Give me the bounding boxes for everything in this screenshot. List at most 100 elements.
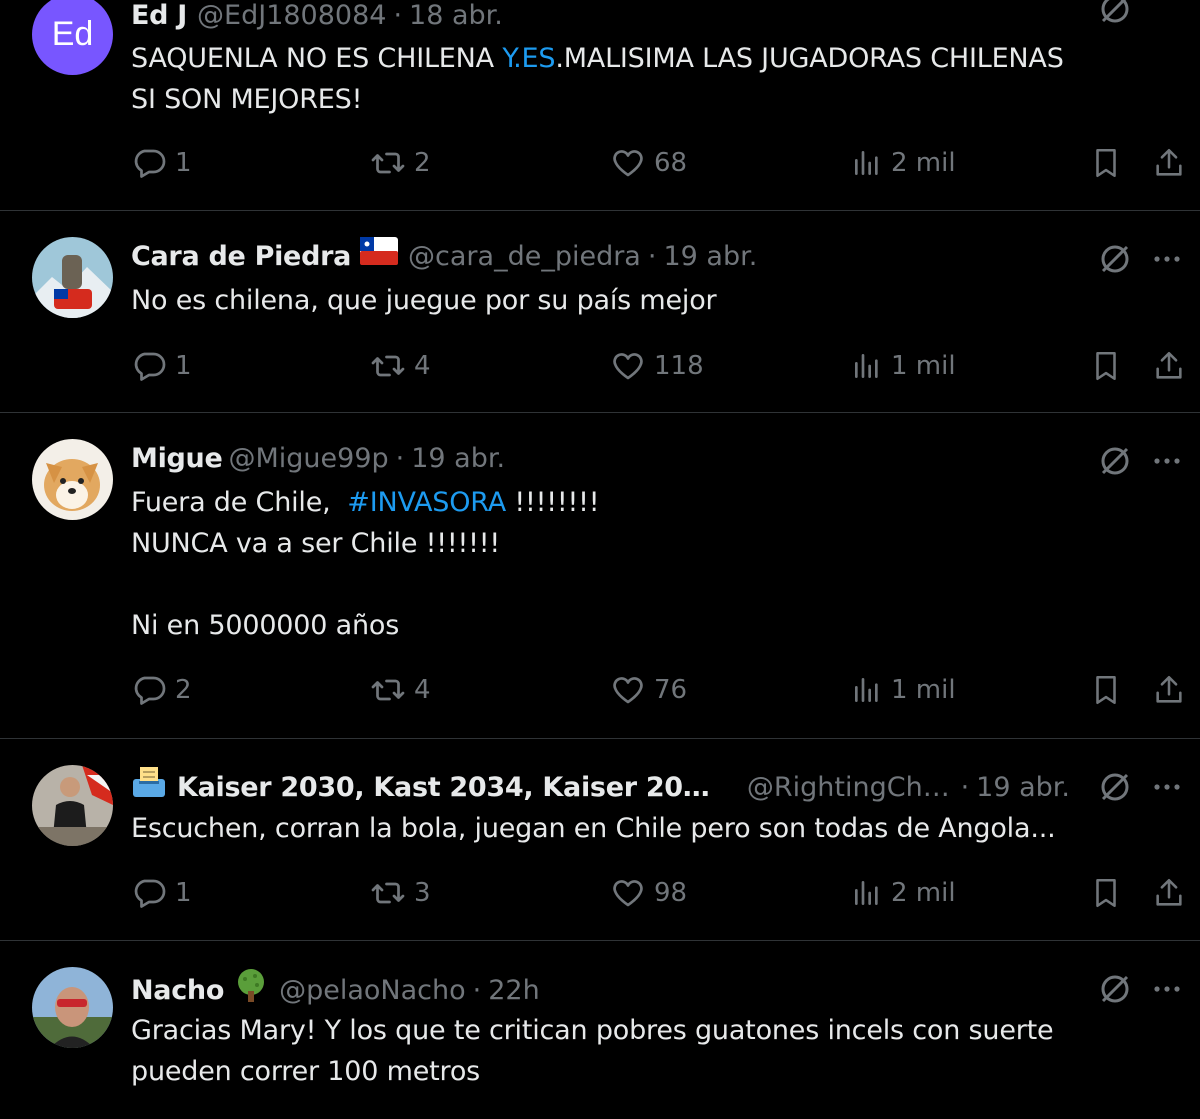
avatar-image <box>32 967 113 1048</box>
more-options-icon[interactable] <box>1150 972 1184 1006</box>
avatar-initials: Ed <box>51 15 94 53</box>
reply-count: 1 <box>175 148 192 178</box>
avatar-image <box>32 237 113 318</box>
tweet-text: Gracias Mary! Y los que te critican pobr… <box>131 1010 1160 1092</box>
user-handle[interactable]: @EdJ1808084 <box>197 0 386 36</box>
reply-button[interactable]: 1 <box>131 348 192 384</box>
reply-button[interactable]: 2 <box>131 672 192 708</box>
bookmark-button[interactable] <box>1089 348 1123 384</box>
tweet[interactable]: Kaiser 2030, Kast 2034, Kaiser 203... @R… <box>0 739 1200 941</box>
display-name[interactable]: Ed J <box>131 0 187 36</box>
avatar[interactable] <box>32 439 113 520</box>
like-count: 118 <box>654 351 704 381</box>
timestamp[interactable]: 19 abr. <box>976 768 1070 808</box>
tweet[interactable]: Cara de Piedra @cara_de_piedra · 19 abr.… <box>0 211 1200 413</box>
tweet-text: Escuchen, corran la bola, juegan en Chil… <box>131 808 1160 849</box>
analytics-icon <box>855 881 878 905</box>
views-button[interactable]: 2 mil <box>851 145 956 181</box>
user-handle[interactable]: @Migue99p <box>228 439 388 479</box>
bookmark-button[interactable] <box>1089 875 1123 911</box>
action-bar: 1 3 98 2 mil <box>0 875 1200 915</box>
avatar[interactable] <box>32 765 113 846</box>
like-button[interactable]: 98 <box>610 875 687 911</box>
separator: · <box>393 0 403 31</box>
text-line: Gracias Mary! Y los que te critican pobr… <box>131 1015 1054 1046</box>
tweet-text: No es chilena, que juegue por su país me… <box>131 280 1160 321</box>
separator: · <box>395 443 405 474</box>
tweet-header: Cara de Piedra @cara_de_piedra · 19 abr. <box>131 237 1070 277</box>
analytics-icon <box>855 354 878 378</box>
views-count: 2 mil <box>891 878 956 908</box>
share-button[interactable] <box>1152 875 1186 911</box>
more-options-icon[interactable] <box>1150 444 1184 478</box>
timestamp[interactable]: 18 abr. <box>409 0 503 36</box>
like-button[interactable]: 68 <box>610 145 687 181</box>
reply-count: 1 <box>175 351 192 381</box>
tweet-header: Kaiser 2030, Kast 2034, Kaiser 203... @R… <box>131 765 1070 811</box>
grok-icon[interactable] <box>1098 972 1132 1006</box>
display-name[interactable]: Kaiser 2030, Kast 2034, Kaiser 203... <box>177 768 725 808</box>
like-count: 76 <box>654 675 688 705</box>
like-count: 98 <box>654 878 688 908</box>
share-button[interactable] <box>1152 145 1186 181</box>
text-line: SI SON MEJORES! <box>131 84 363 115</box>
share-button[interactable] <box>1152 672 1186 708</box>
reply-button[interactable]: 1 <box>131 875 192 911</box>
text-line: Escuchen, corran la bola, juegan en Chil… <box>131 813 1056 844</box>
user-handle[interactable]: @RightingChi... <box>747 768 954 808</box>
like-button[interactable]: 76 <box>610 672 687 708</box>
retweet-count: 3 <box>414 878 431 908</box>
retweet-button[interactable]: 4 <box>370 348 431 384</box>
avatar[interactable] <box>32 967 113 1048</box>
analytics-icon <box>855 678 878 702</box>
inline-link[interactable]: Y.ES <box>502 43 555 74</box>
views-button[interactable]: 2 mil <box>851 875 956 911</box>
tweet-header: Ed J @EdJ1808084 · 18 abr. <box>131 0 1070 36</box>
bookmark-button[interactable] <box>1089 672 1123 708</box>
timestamp[interactable]: 19 abr. <box>411 439 505 479</box>
retweet-count: 2 <box>414 148 431 178</box>
grok-icon[interactable] <box>1098 0 1132 26</box>
text-line: Ni en 5000000 años <box>131 610 400 641</box>
tree-emoji <box>233 967 269 1015</box>
more-options-icon[interactable] <box>1150 242 1184 276</box>
more-options-icon[interactable] <box>1150 770 1184 804</box>
grok-icon[interactable] <box>1098 770 1132 804</box>
action-bar: 1 2 68 2 mil <box>0 145 1200 185</box>
timestamp[interactable]: 19 abr. <box>663 237 757 277</box>
views-button[interactable]: 1 mil <box>851 348 956 384</box>
grok-icon[interactable] <box>1098 444 1132 478</box>
share-button[interactable] <box>1152 348 1186 384</box>
display-name[interactable]: Cara de Piedra <box>131 237 351 277</box>
text-line: pueden correr 100 metros <box>131 1056 481 1087</box>
like-count: 68 <box>654 148 688 178</box>
views-button[interactable]: 1 mil <box>851 672 956 708</box>
avatar[interactable] <box>32 237 113 318</box>
retweet-button[interactable]: 4 <box>370 672 431 708</box>
hashtag-link[interactable]: #INVASORA <box>347 487 506 518</box>
views-count: 2 mil <box>891 148 956 178</box>
bookmark-button[interactable] <box>1089 145 1123 181</box>
tweet[interactable]: Ed Ed J @EdJ1808084 · 18 abr. SAQUENLA N… <box>0 0 1200 211</box>
retweet-button[interactable]: 2 <box>370 145 431 181</box>
retweet-icon <box>371 882 405 904</box>
action-bar: 2 4 76 1 mil <box>0 672 1200 712</box>
avatar[interactable]: Ed <box>32 0 113 75</box>
tweet[interactable]: Migue @Migue99p · 19 abr. Fuera de Chile… <box>0 413 1200 739</box>
user-handle[interactable]: @pelaoNacho <box>279 971 466 1011</box>
text-line: NUNCA va a ser Chile !!!!!!! <box>131 528 500 559</box>
like-button[interactable]: 118 <box>610 348 704 384</box>
display-name[interactable]: Nacho <box>131 971 224 1011</box>
retweet-icon <box>371 152 405 174</box>
tweet[interactable]: Nacho @pelaoNacho · 22h Gracias Mary! Y … <box>0 941 1200 1119</box>
grok-icon[interactable] <box>1098 242 1132 276</box>
separator: · <box>472 975 482 1006</box>
timestamp[interactable]: 22h <box>488 971 539 1011</box>
bookmark-icon <box>1096 675 1116 705</box>
retweet-button[interactable]: 3 <box>370 875 431 911</box>
display-name[interactable]: Migue <box>131 439 223 479</box>
tweet-header: Nacho @pelaoNacho · 22h <box>131 967 1070 1015</box>
tweet-header: Migue @Migue99p · 19 abr. <box>131 439 1070 479</box>
user-handle[interactable]: @cara_de_piedra <box>408 237 641 277</box>
reply-button[interactable]: 1 <box>131 145 192 181</box>
